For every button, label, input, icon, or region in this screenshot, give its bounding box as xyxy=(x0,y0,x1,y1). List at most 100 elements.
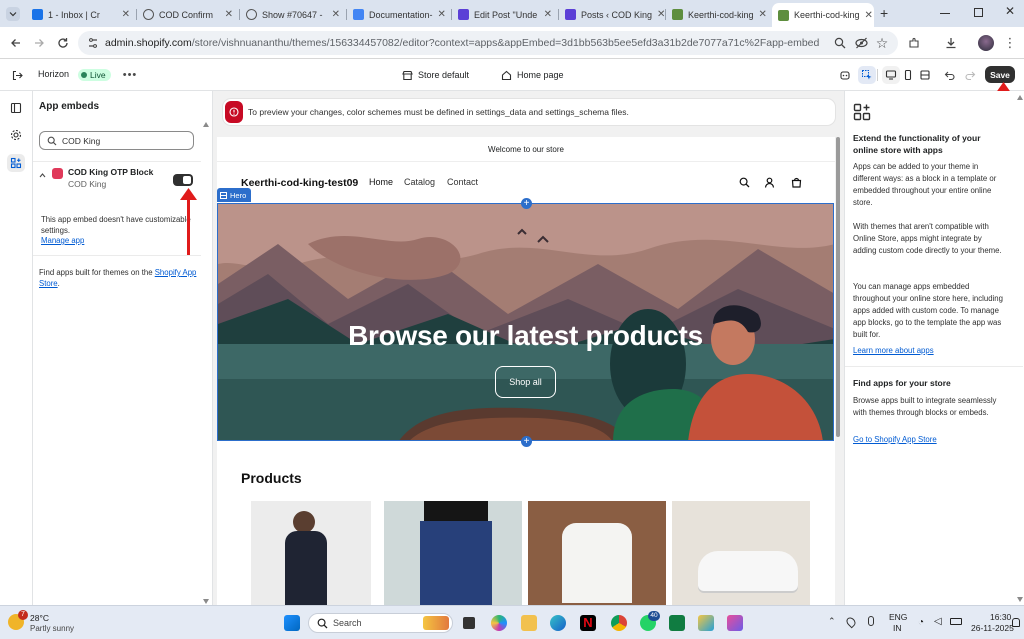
page-selector[interactable]: Home page xyxy=(501,66,564,84)
language-region[interactable]: IN xyxy=(893,623,902,633)
avatar[interactable] xyxy=(978,35,994,51)
tab-title: Posts ‹ COD King xyxy=(581,9,653,20)
rail-sections-button[interactable] xyxy=(7,99,25,117)
extensions-icon[interactable] xyxy=(906,35,922,51)
exit-editor-button[interactable] xyxy=(8,66,26,84)
close-icon[interactable]: ✕ xyxy=(759,9,767,20)
hero-banner[interactable]: Browse our latest products Shop all xyxy=(217,203,834,441)
forward-button[interactable] xyxy=(31,35,47,51)
new-tab-button[interactable]: + xyxy=(880,5,888,21)
learn-more-link[interactable]: Learn more about apps xyxy=(853,346,934,355)
more-menu-icon[interactable]: ⋮ xyxy=(1002,35,1018,51)
account-icon[interactable] xyxy=(764,177,775,188)
language-primary[interactable]: ENG xyxy=(889,612,907,622)
scroll-down-arrow[interactable] xyxy=(203,599,209,604)
browser-tab-cod-confirm[interactable]: COD Confirm ✕ xyxy=(137,4,239,25)
redo-button[interactable] xyxy=(961,66,979,84)
shop-all-button[interactable]: Shop all xyxy=(495,366,556,398)
restore-button[interactable] xyxy=(974,8,983,17)
browser-tab-keerthi-active[interactable]: Keerthi-cod-king ✕ xyxy=(772,3,874,27)
app-search-input[interactable] xyxy=(62,134,187,147)
close-icon[interactable]: ✕ xyxy=(332,9,340,20)
back-button[interactable] xyxy=(8,35,24,51)
tray-chevron-icon[interactable]: ⌃ xyxy=(828,616,836,627)
zoom-icon[interactable] xyxy=(832,35,848,51)
search-icon[interactable] xyxy=(739,177,750,188)
scroll-up-arrow[interactable] xyxy=(1017,95,1023,100)
manage-app-link[interactable]: Manage app xyxy=(41,236,84,245)
scroll-up-arrow[interactable] xyxy=(203,122,209,127)
app-embed-toggle[interactable] xyxy=(173,174,193,186)
browser-tab-inbox[interactable]: 1 - Inbox | Cr ✕ xyxy=(26,4,136,25)
taskbar-search[interactable]: Search xyxy=(308,613,453,633)
address-bar[interactable]: admin.shopify.com/store/vishnuananthu/th… xyxy=(78,31,898,55)
weather-widget[interactable]: 7 28°C Partly sunny xyxy=(6,610,96,636)
nav-contact[interactable]: Contact xyxy=(447,177,478,187)
mobile-view-button[interactable] xyxy=(899,66,917,84)
fullscreen-view-button[interactable] xyxy=(916,66,934,84)
close-icon[interactable]: ✕ xyxy=(544,9,552,20)
wifi-icon[interactable]: ◔ xyxy=(918,617,924,628)
scroll-down-arrow[interactable] xyxy=(1017,597,1023,602)
close-icon[interactable]: ✕ xyxy=(657,9,665,20)
close-window-button[interactable]: ✕ xyxy=(1005,4,1015,18)
site-info-icon[interactable] xyxy=(87,37,99,49)
go-to-app-store-link[interactable]: Go to Shopify App Store xyxy=(853,435,937,444)
nav-catalog[interactable]: Catalog xyxy=(404,177,435,187)
cart-icon[interactable] xyxy=(791,177,802,188)
nav-home[interactable]: Home xyxy=(369,177,393,187)
product-image-1[interactable] xyxy=(251,501,371,605)
app-search-box[interactable] xyxy=(39,131,194,150)
inspector-toggle-button[interactable] xyxy=(858,66,876,84)
download-icon[interactable] xyxy=(943,35,959,51)
reload-button[interactable] xyxy=(55,35,71,51)
edge-icon[interactable] xyxy=(550,615,566,631)
start-button[interactable] xyxy=(284,615,300,631)
excel-icon[interactable] xyxy=(669,615,685,631)
undo-button[interactable] xyxy=(941,66,959,84)
snipping-tool-icon[interactable] xyxy=(727,615,743,631)
volume-icon[interactable]: ◁ xyxy=(934,616,942,627)
close-icon[interactable]: ✕ xyxy=(438,9,446,20)
close-icon[interactable]: ✕ xyxy=(225,9,233,20)
preview-scrollbar[interactable] xyxy=(836,137,840,437)
hero-section-tag[interactable]: Hero xyxy=(217,188,252,202)
file-explorer-icon[interactable] xyxy=(521,615,537,631)
chevron-up-icon[interactable] xyxy=(39,172,46,179)
browser-tab-posts[interactable]: Posts ‹ COD King ✕ xyxy=(559,4,665,25)
product-image-3[interactable] xyxy=(528,501,666,605)
store-selector[interactable]: Store default xyxy=(402,66,469,84)
tab-list-button[interactable] xyxy=(6,7,20,21)
location-icon[interactable] xyxy=(844,615,858,629)
desktop-view-button[interactable] xyxy=(882,66,900,84)
eye-off-icon[interactable] xyxy=(853,35,869,51)
minimize-button[interactable] xyxy=(940,13,950,14)
rail-app-embeds-button[interactable] xyxy=(7,154,25,172)
browser-tab-keerthi-1[interactable]: Keerthi-cod-king ✕ xyxy=(666,4,770,25)
netflix-icon[interactable]: N xyxy=(580,615,596,631)
ai-sidekick-button[interactable] xyxy=(836,66,854,84)
clock-date[interactable]: 26-11-2025 xyxy=(971,623,1014,633)
add-section-bottom-icon[interactable]: + xyxy=(521,436,532,447)
task-view-icon[interactable] xyxy=(463,617,475,629)
copilot-icon[interactable] xyxy=(491,615,507,631)
app-icon[interactable] xyxy=(698,615,714,631)
battery-icon[interactable] xyxy=(950,618,962,625)
add-section-top-icon[interactable]: + xyxy=(521,198,532,209)
microphone-icon[interactable] xyxy=(868,616,874,626)
clock-time[interactable]: 16:30 xyxy=(990,612,1011,622)
browser-tab-documentation[interactable]: Documentation- ✕ xyxy=(347,4,451,25)
save-button[interactable]: Save xyxy=(985,66,1015,83)
product-image-2[interactable] xyxy=(384,501,522,605)
close-icon[interactable]: ✕ xyxy=(122,9,130,20)
notifications-icon[interactable] xyxy=(1012,618,1020,627)
theme-actions-button[interactable]: ••• xyxy=(121,66,139,84)
close-icon[interactable]: ✕ xyxy=(865,10,873,21)
chrome-icon[interactable] xyxy=(611,615,627,631)
browser-tab-show[interactable]: Show #70647 - ✕ xyxy=(240,4,346,25)
rail-theme-settings-button[interactable] xyxy=(7,126,25,144)
browser-tab-edit-post[interactable]: Edit Post "Unde ✕ xyxy=(452,4,558,25)
bookmark-star-icon[interactable]: ☆ xyxy=(874,35,890,51)
store-logo-text[interactable]: Keerthi-cod-king-test09 xyxy=(241,177,358,189)
product-image-4[interactable] xyxy=(672,501,810,605)
